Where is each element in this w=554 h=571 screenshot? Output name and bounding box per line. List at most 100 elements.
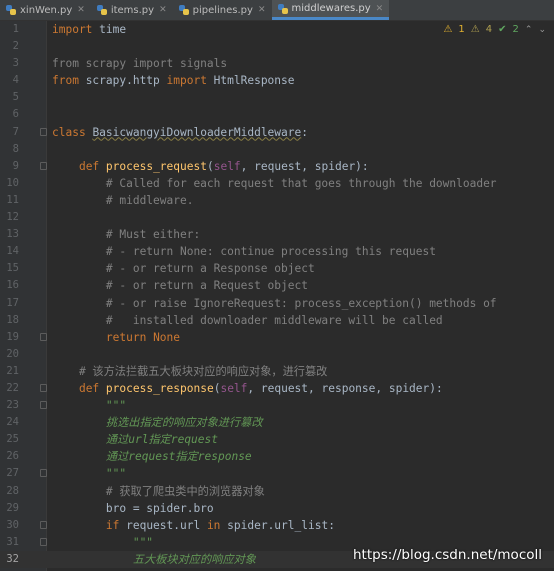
code-token: import <box>166 74 207 88</box>
tab-label: pipelines.py <box>192 4 253 16</box>
code-line[interactable]: 17 # - or raise IgnoreRequest: process_e… <box>0 295 554 312</box>
code-line[interactable]: 18 # installed downloader middleware wil… <box>0 312 554 329</box>
code-editor[interactable]: 1 import time 2 3 from scrapy import signals… <box>0 21 554 571</box>
code-text: class BasicwangyiDownloaderMiddleware: <box>52 124 308 141</box>
code-line[interactable]: 19 return None <box>0 329 554 346</box>
code-line[interactable]: 23 """ <box>0 397 554 414</box>
tab-label: xinWen.py <box>20 4 73 16</box>
code-line[interactable]: 12 <box>0 209 554 226</box>
python-file-icon <box>96 5 107 15</box>
line-number: 8 <box>12 142 19 155</box>
watermark-url: https://blog.csdn.net/mocoll <box>353 547 542 563</box>
typo-count: 2 <box>512 24 519 35</box>
code-line[interactable]: 7 class BasicwangyiDownloaderMiddleware: <box>0 124 554 141</box>
code-token: HtmlResponse <box>206 74 295 88</box>
weak-warning-count: 4 <box>485 24 493 35</box>
tab-pipelines-py[interactable]: pipelines.py ✕ <box>173 0 272 20</box>
code-line[interactable]: 14 # - return None: continue processing … <box>0 243 554 260</box>
code-line[interactable]: 20 <box>0 346 554 363</box>
code-text: """ <box>52 397 126 414</box>
code-line[interactable]: 15 # - or return a Response object <box>0 260 554 277</box>
code-token: scrapy.http <box>78 74 167 88</box>
code-token: def <box>78 381 100 395</box>
line-number: 15 <box>6 262 19 275</box>
python-file-icon <box>6 5 16 15</box>
code-text: # 该方法拦截五大板块对应的响应对象，进行篡改 <box>52 363 327 380</box>
line-number: 29 <box>6 501 19 514</box>
code-line[interactable]: 8 <box>0 141 554 158</box>
line-number: 11 <box>6 193 19 206</box>
code-line[interactable]: 5 <box>0 89 554 106</box>
chevron-down-icon[interactable]: ⌄ <box>538 25 546 35</box>
code-token: if <box>105 518 120 532</box>
code-token: def <box>78 159 100 173</box>
code-text: if request.url in spider.url_list: <box>52 517 335 534</box>
code-token: None <box>153 330 181 344</box>
fold-marker-icon[interactable] <box>40 469 47 478</box>
code-text: # - return None: continue processing thi… <box>52 243 436 260</box>
code-token: # Must either: <box>105 228 201 242</box>
line-number: 23 <box>6 399 19 412</box>
chevron-up-icon[interactable]: ⌃ <box>525 25 533 35</box>
code-text: from scrapy import signals <box>52 55 227 72</box>
code-line[interactable]: 3 from scrapy import signals <box>0 55 554 72</box>
code-line[interactable]: 2 <box>0 38 554 55</box>
code-line[interactable]: 11 # middleware. <box>0 192 554 209</box>
line-number: 22 <box>6 381 19 394</box>
tab-items-py[interactable]: items.py ✕ <box>91 0 173 20</box>
line-number: 27 <box>6 467 19 480</box>
fold-marker-icon[interactable] <box>40 401 47 410</box>
code-line[interactable]: 10 # Called for each request that goes t… <box>0 175 554 192</box>
code-line[interactable]: 9 def process_request(self, request, spi… <box>0 158 554 175</box>
line-number: 21 <box>6 364 19 377</box>
code-line[interactable]: 28 # 获取了爬虫类中的浏览器对象 <box>0 483 554 500</box>
code-text: 挑选出指定的响应对象进行篡改 <box>52 414 263 431</box>
code-line[interactable]: 29 bro = spider.bro <box>0 500 554 517</box>
fold-marker-icon[interactable] <box>40 127 47 136</box>
line-number: 3 <box>12 57 19 70</box>
inspection-widget[interactable]: ⚠ 1 ⚠ 4 ✔ 2 ⌃ ⌄ <box>443 24 546 35</box>
code-line[interactable]: 30 if request.url in spider.url_list: <box>0 517 554 534</box>
code-line[interactable]: 26 通过request指定response <box>0 448 554 465</box>
fold-marker-icon[interactable] <box>40 520 47 529</box>
code-line[interactable]: 22 def process_response(self, request, r… <box>0 380 554 397</box>
fold-marker-icon[interactable] <box>40 537 47 546</box>
code-token: self <box>220 381 248 395</box>
close-icon[interactable]: ✕ <box>376 4 384 14</box>
code-text: bro = spider.bro <box>52 500 214 517</box>
fold-marker-icon[interactable] <box>40 332 47 341</box>
code-token: in <box>206 518 221 532</box>
code-line[interactable]: 27 """ <box>0 465 554 482</box>
line-number: 1 <box>12 23 19 35</box>
line-number: 2 <box>12 40 19 53</box>
code-line[interactable]: 4 from scrapy.http import HtmlResponse <box>0 72 554 89</box>
fold-marker-icon[interactable] <box>40 161 47 170</box>
code-line[interactable]: 25 通过url指定request <box>0 431 554 448</box>
line-number: 4 <box>12 74 19 87</box>
code-text: # 获取了爬虫类中的浏览器对象 <box>52 483 265 500</box>
tab-xinWen-py[interactable]: xinWen.py ✕ <box>0 0 91 20</box>
code-token: time <box>92 23 127 36</box>
python-file-icon <box>277 3 288 14</box>
code-line[interactable]: 13 # Must either: <box>0 226 554 243</box>
code-line[interactable]: 24 挑选出指定的响应对象进行篡改 <box>0 414 554 431</box>
tab-middlewares-py[interactable]: middlewares.py ✕ <box>271 0 390 20</box>
code-line[interactable]: 16 # - or return a Request object <box>0 277 554 294</box>
code-lines[interactable]: 1 import time 2 3 from scrapy import signals… <box>0 21 554 568</box>
close-icon[interactable]: ✕ <box>159 5 167 15</box>
code-line[interactable]: 21 # 该方法拦截五大板块对应的响应对象，进行篡改 <box>0 363 554 380</box>
close-icon[interactable]: ✕ <box>258 5 266 15</box>
close-icon[interactable]: ✕ <box>77 5 85 15</box>
code-text: # installed downloader middleware will b… <box>52 312 443 329</box>
code-line[interactable]: 6 <box>0 106 554 123</box>
fold-marker-icon[interactable] <box>40 383 47 392</box>
